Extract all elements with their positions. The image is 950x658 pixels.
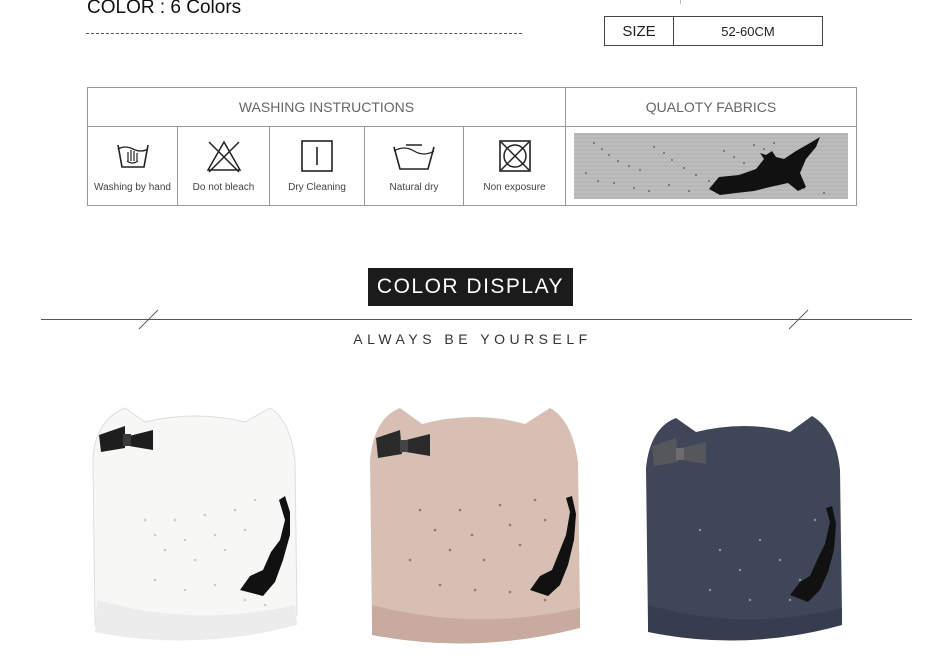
color-count-label: COLOR : 6 Colors	[87, 0, 242, 18]
hand-wash-icon	[116, 144, 149, 168]
natural-dry-icon	[393, 144, 435, 170]
care-item-label: Do not bleach	[192, 182, 255, 193]
color-display-title: COLOR DISPLAY	[368, 268, 573, 306]
dashed-divider	[86, 33, 522, 34]
care-item-hand-wash: Washing by hand	[88, 127, 178, 205]
size-value: 52-60CM	[721, 23, 775, 39]
no-bleach-icon	[206, 140, 241, 173]
size-label: SIZE	[605, 17, 674, 45]
fabric-closeup-image	[574, 133, 848, 199]
care-item-label: Natural dry	[389, 182, 439, 193]
care-item-dry-clean: Dry Cleaning	[270, 127, 365, 205]
size-table: SIZE 52-60CM	[604, 16, 823, 46]
hat-navy-image	[646, 416, 842, 641]
dry-clean-icon	[301, 140, 333, 172]
care-instructions-table: WASHING INSTRUCTIONS QUALOTY FABRICS Was…	[87, 87, 857, 206]
tagline: ALWAYS BE YOURSELF	[353, 331, 592, 347]
quality-fabrics-header: QUALOTY FABRICS	[566, 88, 856, 127]
care-item-no-bleach: Do not bleach	[178, 127, 270, 205]
care-item-natural-dry: Natural dry	[365, 127, 464, 205]
no-tumble-dry-icon	[498, 140, 531, 172]
care-item-label: Non exposure	[483, 182, 546, 193]
care-item-label: Dry Cleaning	[288, 182, 346, 193]
hat-white-image	[92, 407, 298, 641]
care-item-label: Washing by hand	[94, 182, 171, 193]
care-item-non-exposure: Non exposure	[464, 127, 566, 205]
divider-tick	[680, 0, 681, 4]
hat-pink-image	[370, 408, 580, 644]
section-rule	[41, 319, 912, 320]
washing-instructions-header: WASHING INSTRUCTIONS	[88, 88, 566, 127]
